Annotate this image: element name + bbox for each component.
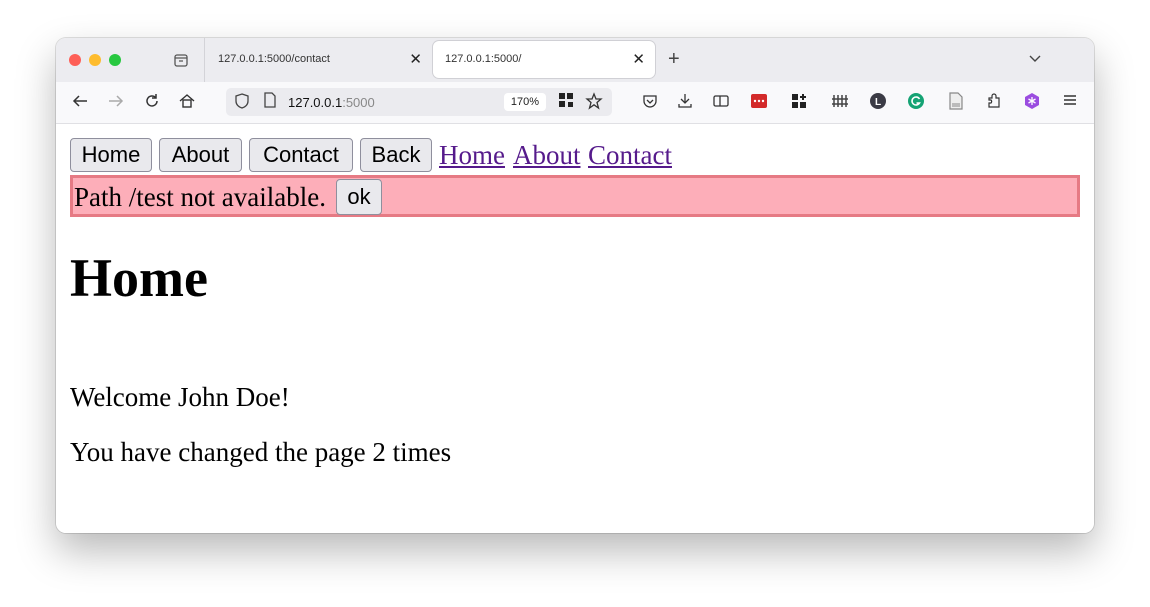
profile-l-icon[interactable]: L: [868, 92, 888, 112]
tab-title: 127.0.0.1:5000/contact: [218, 53, 330, 65]
home-button[interactable]: Home: [70, 138, 152, 172]
ok-button[interactable]: ok: [336, 179, 382, 215]
tab-separator: [204, 38, 205, 82]
hamburger-menu-icon[interactable]: [1060, 92, 1080, 112]
contact-button[interactable]: Contact: [249, 138, 353, 172]
url-text[interactable]: 127.0.0.1:5000: [288, 95, 375, 110]
reader-view-icon[interactable]: [711, 92, 731, 112]
qr-code-icon[interactable]: [556, 92, 576, 112]
hexagon-extension-icon[interactable]: [1022, 92, 1042, 112]
nav-toolbar: 127.0.0.1:5000 170% L: [56, 82, 1094, 124]
document-icon[interactable]: [946, 92, 966, 112]
back-button[interactable]: Back: [360, 138, 432, 172]
grammarly-icon[interactable]: [906, 92, 926, 112]
extensions-puzzle-icon[interactable]: [984, 92, 1004, 112]
forward-arrow-icon[interactable]: [106, 92, 126, 112]
page-change-counter: You have changed the page 2 times: [70, 437, 452, 467]
url-port: :5000: [342, 95, 375, 110]
pocket-icon[interactable]: [640, 92, 660, 112]
tab-title: 127.0.0.1:5000/: [445, 53, 522, 65]
page-content: Home About Contact Back Home About Conta…: [56, 124, 1094, 533]
tab-list-chevron-icon[interactable]: [1028, 50, 1042, 66]
url-host: 127.0.0.1: [288, 95, 343, 110]
zoom-level-badge[interactable]: 170%: [504, 93, 546, 111]
alert-message: Path /test not available.: [74, 182, 326, 212]
fence-extension-icon[interactable]: [830, 92, 850, 112]
close-tab-icon[interactable]: ✕: [632, 50, 645, 68]
reload-icon[interactable]: [142, 92, 162, 112]
home-icon[interactable]: [177, 92, 197, 112]
browser-window: 127.0.0.1:5000/contact ✕ 127.0.0.1:5000/…: [56, 38, 1094, 533]
new-tab-button[interactable]: +: [668, 48, 680, 71]
error-alert: Path /test not available. ok: [70, 175, 1080, 217]
bookmark-star-icon[interactable]: [584, 92, 604, 112]
page-icon[interactable]: [260, 92, 280, 112]
home-link[interactable]: Home: [439, 138, 505, 172]
about-link[interactable]: About: [513, 138, 581, 172]
password-manager-icon[interactable]: [749, 92, 769, 112]
apps-grid-icon[interactable]: [789, 92, 809, 112]
close-window-button[interactable]: [69, 54, 81, 66]
tab-home-active[interactable]: 127.0.0.1:5000/ ✕: [433, 41, 655, 78]
shield-icon[interactable]: [232, 92, 252, 112]
page-title: Home: [70, 248, 208, 308]
download-icon[interactable]: [675, 92, 695, 112]
tab-contact[interactable]: 127.0.0.1:5000/contact ✕: [206, 41, 432, 78]
tab-overview-icon[interactable]: [172, 52, 190, 68]
welcome-text: Welcome John Doe!: [70, 382, 290, 412]
tab-bar: 127.0.0.1:5000/contact ✕ 127.0.0.1:5000/…: [56, 38, 1094, 82]
maximize-window-button[interactable]: [109, 54, 121, 66]
contact-link[interactable]: Contact: [588, 138, 672, 172]
svg-text:L: L: [875, 97, 881, 108]
back-arrow-icon[interactable]: [70, 92, 90, 112]
about-button[interactable]: About: [159, 138, 242, 172]
minimize-window-button[interactable]: [89, 54, 101, 66]
url-bar[interactable]: 127.0.0.1:5000 170%: [226, 88, 612, 116]
close-tab-icon[interactable]: ✕: [409, 50, 422, 68]
